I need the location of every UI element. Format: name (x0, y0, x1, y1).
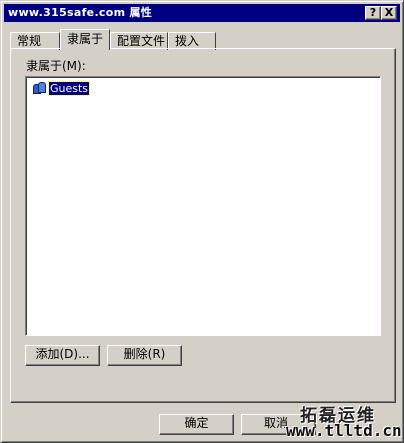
ok-button[interactable]: 确定 (159, 414, 234, 435)
watermark-url: www.tlltd.cn (286, 421, 402, 440)
member-of-label: 隶属于(M): (26, 59, 86, 73)
remove-button[interactable]: 删除(R) (107, 345, 182, 366)
group-icon (32, 81, 48, 95)
list-item-label: Guests (47, 80, 91, 96)
member-of-list[interactable]: Guests (25, 76, 381, 336)
list-item-guests[interactable]: Guests (32, 80, 91, 96)
close-button[interactable]: X (381, 6, 397, 20)
properties-window: www.315safe.com 属性 ? X 常规 隶属于 配置文件 拨入 隶属… (0, 0, 404, 443)
title-bar[interactable]: www.315safe.com 属性 ? X (4, 4, 400, 22)
watermark: 拓磊运维 www.tlltd.cn (282, 401, 402, 441)
help-button[interactable]: ? (365, 6, 381, 20)
add-button[interactable]: 添加(D)... (25, 345, 100, 366)
tab-member-of[interactable]: 隶属于 (60, 29, 110, 50)
window-title: www.315safe.com 属性 (8, 6, 153, 19)
